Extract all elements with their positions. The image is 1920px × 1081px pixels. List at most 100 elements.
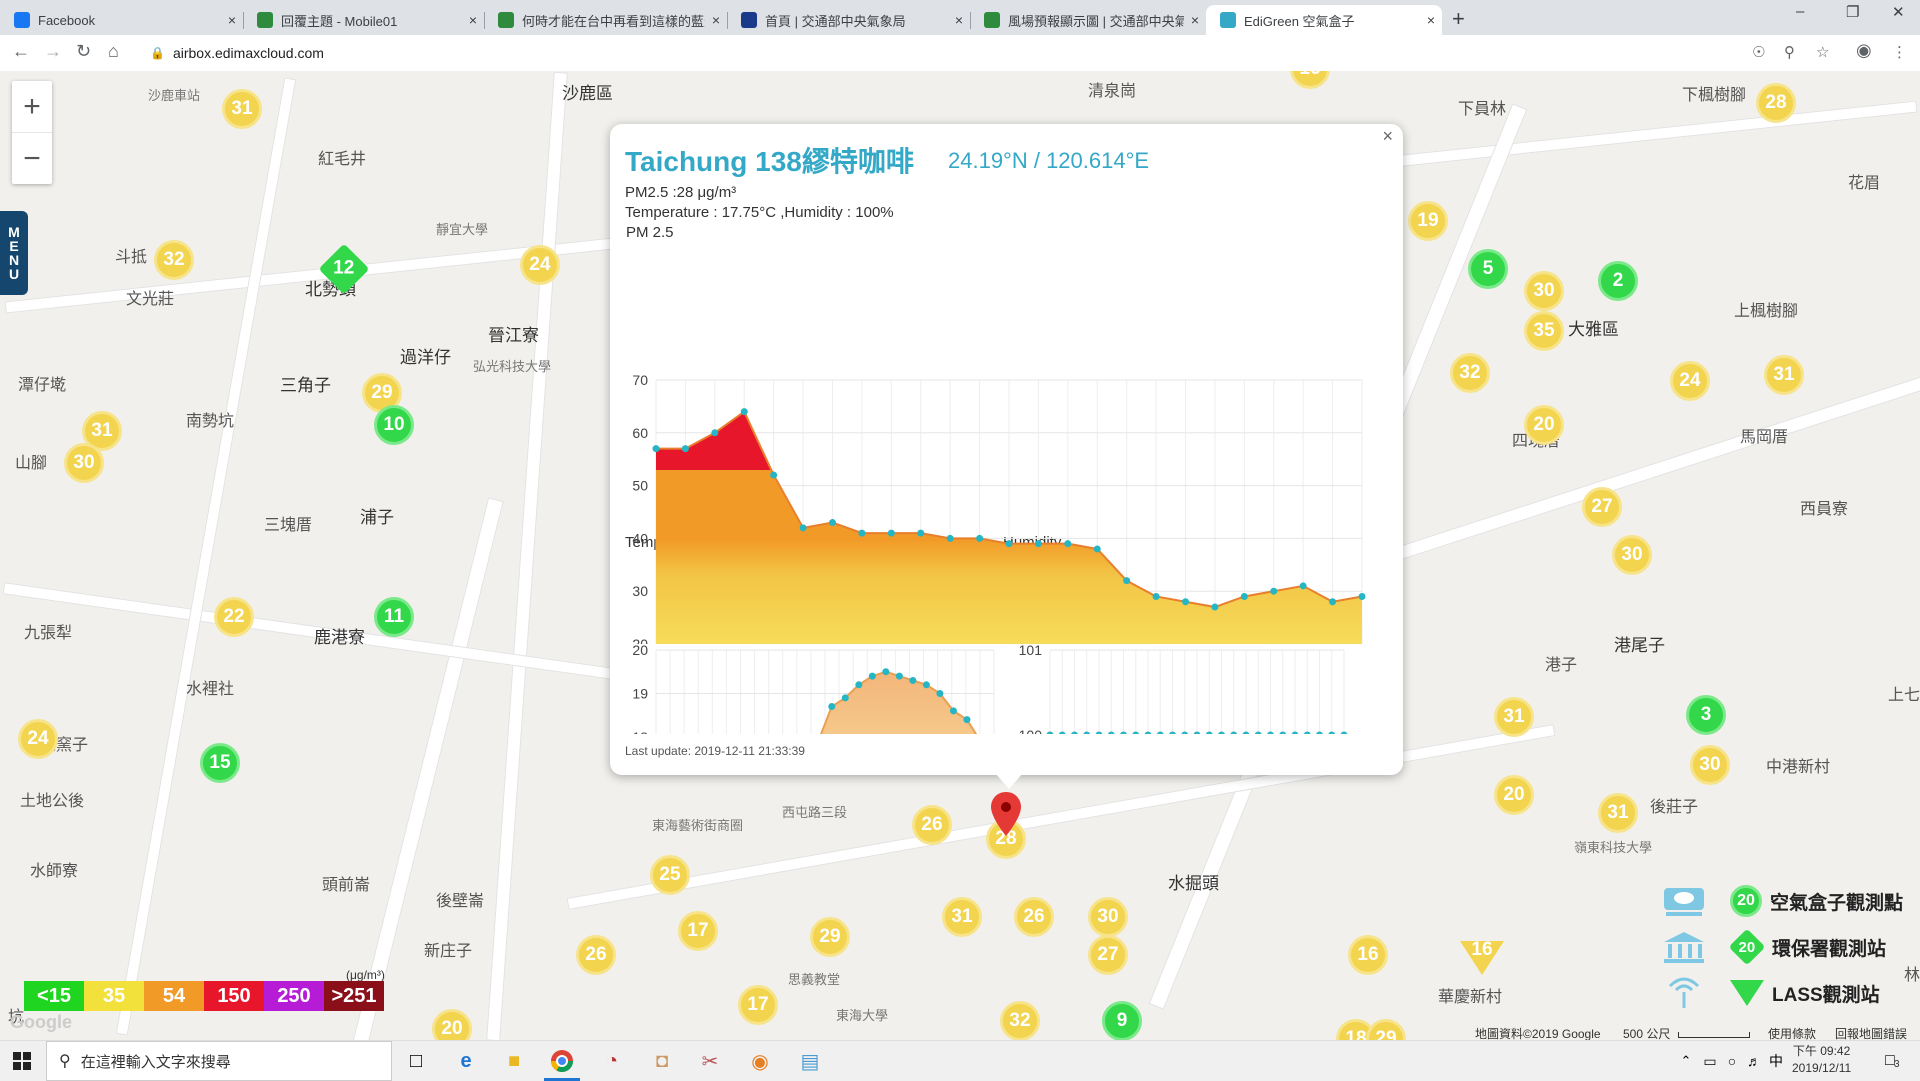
tab-close-icon[interactable]: × [948,12,970,28]
sensor-marker[interactable]: 9 [1102,1001,1142,1040]
sensor-marker[interactable]: 30 [1088,897,1128,937]
sensor-marker[interactable]: 30 [1612,535,1652,575]
tab-close-icon[interactable]: × [1420,12,1442,28]
menu-letter: E [9,238,19,254]
sensor-marker[interactable]: 31 [942,897,982,937]
tab-close-icon[interactable]: × [462,12,484,28]
home-icon[interactable]: ⌂ [108,41,119,62]
address-bar[interactable]: 🔒 airbox.edimaxcloud.com [140,39,1760,67]
sensor-marker[interactable]: 30 [64,443,104,483]
sensor-marker[interactable]: 20 [432,1009,472,1040]
menu-tab[interactable]: M E N U [0,211,28,295]
sensor-marker[interactable]: 32 [154,240,194,280]
facebook-favicon-icon [14,12,30,28]
sensor-marker[interactable]: 22 [214,597,254,637]
road [115,77,297,1036]
sensor-marker[interactable]: 16 [1348,935,1388,975]
translate-icon[interactable]: ☉ [1752,43,1765,61]
sensor-marker[interactable]: 26 [912,805,952,845]
bookmark-star-icon[interactable]: ☆ [1816,43,1829,61]
chrome-icon[interactable] [548,1048,576,1074]
sensor-marker[interactable]: 30 [1524,271,1564,311]
app-icon-notepad[interactable]: ▤ [796,1048,824,1074]
sensor-marker[interactable]: 27 [1582,487,1622,527]
data-point [711,429,719,437]
sensor-marker[interactable]: 27 [1088,935,1128,975]
app-icon-snip[interactable]: ✂ [696,1048,724,1074]
marker-value: 31 [951,906,973,927]
forward-icon[interactable]: → [44,41,62,62]
maximize-icon[interactable]: ❐ [1846,3,1859,21]
sensor-marker[interactable]: 26 [1014,897,1054,937]
sensor-marker[interactable]: 32 [1000,1001,1040,1040]
sensor-marker[interactable]: 29 [1366,1019,1406,1040]
back-icon[interactable]: ← [12,41,30,62]
sensor-marker[interactable]: 31 [222,89,262,129]
notification-badge: 3 [1894,1059,1900,1070]
zoom-icon[interactable]: ⚲ [1784,43,1795,61]
taskbar-search[interactable]: ⚲ 在這裡輸入文字來搜尋 [46,1041,392,1081]
window-close-icon[interactable]: ✕ [1892,3,1905,21]
sensor-marker[interactable]: 24 [520,245,560,285]
sensor-marker[interactable]: 16 [1290,71,1330,89]
aqi-legend-swatch: 250 [264,981,324,1011]
new-tab-button[interactable]: + [1452,6,1465,32]
sensor-marker[interactable]: 10 [374,405,414,445]
system-clock[interactable]: 下午 09:42 2019/12/11 [1792,1043,1851,1077]
tab-mobile01[interactable]: 回覆主題 - Mobile01 × [243,5,484,35]
sensor-marker[interactable]: 29 [810,917,850,957]
app-icon-cat[interactable]: ◘ [648,1048,676,1074]
sensor-marker[interactable]: 3 [1686,695,1726,735]
pm25-reading: PM2.5 :28 μg/m³ [625,184,737,201]
aqi-legend-swatch: 150 [204,981,264,1011]
windows-taskbar: ⚲ 在這裡輸入文字來搜尋 □ e ■ ◔ ◘ ✂ ◉ ▤ ⌃ ▭ ○ ♬ 中 下… [0,1040,1920,1081]
sensor-marker[interactable]: 17 [678,911,718,951]
popup-close-button[interactable]: × [1382,126,1393,147]
windows-start-icon[interactable] [8,1048,36,1074]
tab-close-icon[interactable]: × [221,12,243,28]
sensor-marker[interactable]: 5 [1468,249,1508,289]
location-pin-icon[interactable] [989,790,1023,840]
sensor-marker[interactable]: 31 [1494,697,1534,737]
zoom-in-button[interactable]: + [12,81,52,133]
y-tick-label: 40 [632,530,648,546]
sensor-marker[interactable]: 16 [1460,939,1504,975]
sensor-marker[interactable]: 26 [576,935,616,975]
app-icon-clock[interactable]: ◔ [598,1048,626,1074]
ime-indicator[interactable]: 中 [1762,1048,1790,1074]
sensor-marker[interactable]: 2 [1598,261,1638,301]
tab-close-icon[interactable]: × [1184,12,1206,28]
minimize-icon[interactable]: – [1796,3,1804,20]
sensor-marker[interactable]: 31 [1764,355,1804,395]
sensor-marker[interactable]: 28 [1756,83,1796,123]
sensor-marker[interactable]: 15 [200,743,240,783]
sensor-marker[interactable]: 20 [1524,405,1564,445]
reload-icon[interactable]: ↻ [76,41,91,62]
sensor-marker[interactable]: 31 [1598,793,1638,833]
sensor-marker[interactable]: 24 [1670,361,1710,401]
tab-cwb-home[interactable]: 首頁 | 交通部中央氣象局 × [727,5,970,35]
sensor-marker[interactable]: 19 [1408,201,1448,241]
zoom-out-button[interactable]: − [12,133,52,184]
tab-wind-forecast[interactable]: 風場預報顯示圖 | 交通部中央氣象 × [970,5,1206,35]
sensor-marker[interactable]: 24 [18,719,58,759]
profile-icon[interactable]: ◉ [1856,40,1872,61]
tab-edigreen[interactable]: EdiGreen 空氣盒子 × [1206,5,1442,35]
file-explorer-icon[interactable]: ■ [500,1048,528,1074]
tab-close-icon[interactable]: × [705,12,727,28]
app-icon-blender[interactable]: ◉ [746,1048,774,1074]
sensor-marker[interactable]: 35 [1524,311,1564,351]
sensor-marker[interactable]: 32 [1450,353,1490,393]
sensor-marker[interactable]: 11 [374,597,414,637]
tab-facebook[interactable]: Facebook × [0,5,243,35]
sensor-marker[interactable]: 30 [1690,745,1730,785]
y-tick-label: 70 [632,372,648,388]
sensor-marker[interactable]: 25 [650,855,690,895]
marker-value: 35 [1533,320,1555,341]
tab-mobile01-blue-sky[interactable]: 何時才能在台中再看到這樣的藍天 × [484,5,727,35]
task-view-icon[interactable]: □ [402,1048,430,1074]
sensor-marker[interactable]: 20 [1494,775,1534,815]
kebab-menu-icon[interactable]: ⋮ [1892,43,1907,61]
edge-icon[interactable]: e [452,1048,480,1074]
sensor-marker[interactable]: 17 [738,985,778,1025]
